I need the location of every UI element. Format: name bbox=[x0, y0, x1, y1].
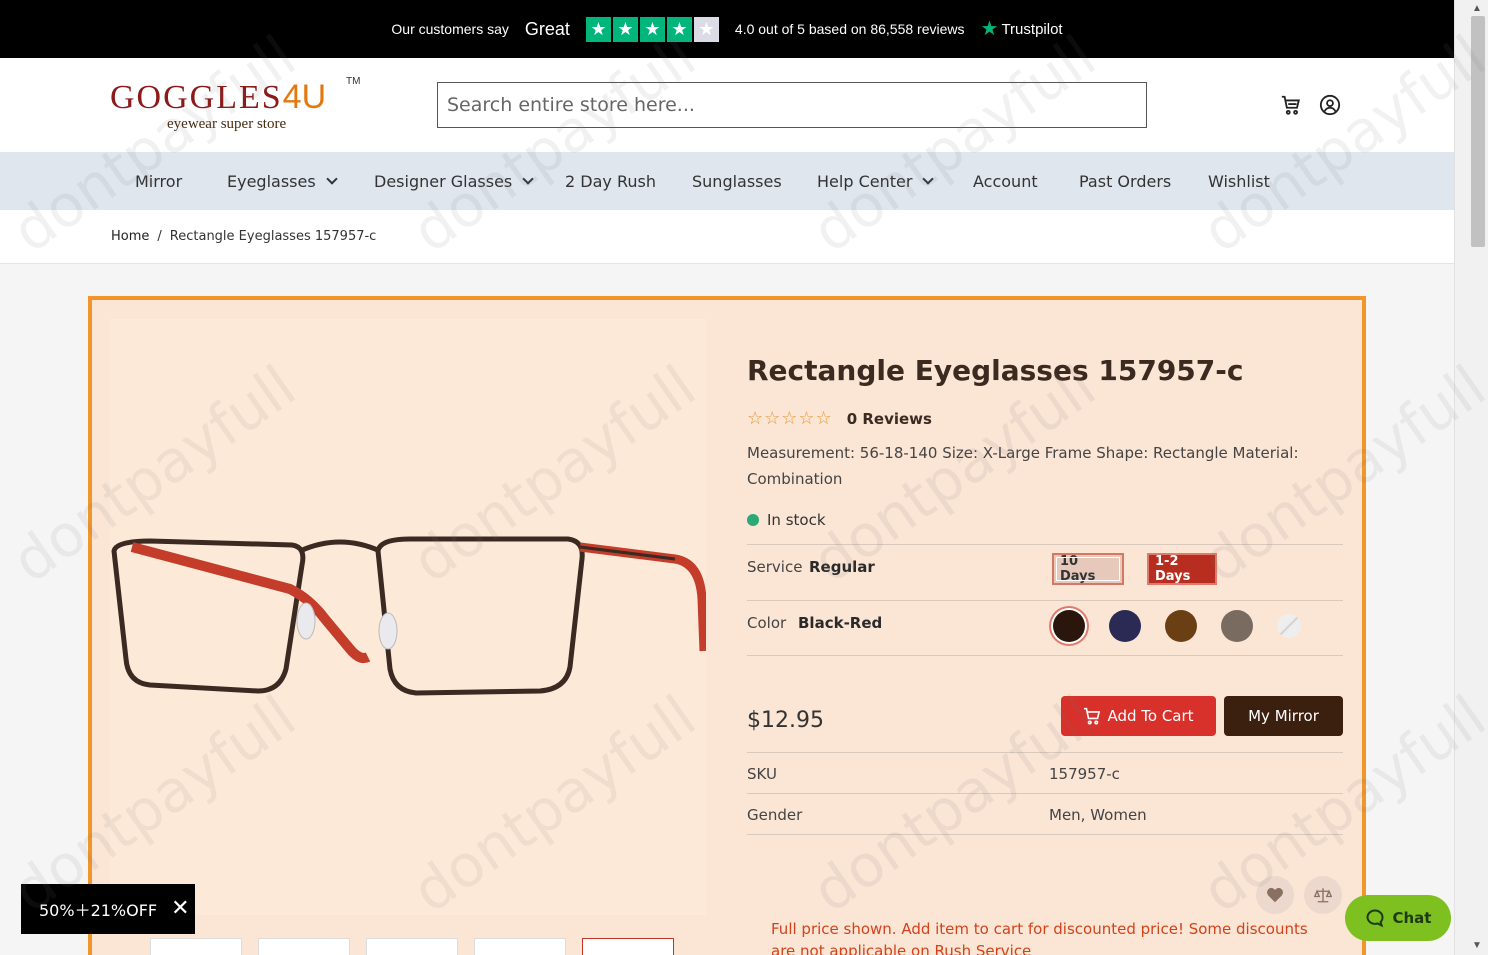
breadcrumb-current: Rectangle Eyeglasses 157957-c bbox=[169, 229, 377, 244]
close-icon[interactable]: ✕ bbox=[171, 898, 189, 920]
color-label: Color bbox=[747, 614, 787, 632]
service-option-1-2-days[interactable]: 1-2 Days bbox=[1147, 553, 1217, 585]
promo-label: 50%＋21%OFF bbox=[39, 901, 158, 920]
cart-icon bbox=[1084, 707, 1101, 725]
star-empty-icon: ★ bbox=[693, 16, 719, 42]
cart-icon[interactable] bbox=[1280, 94, 1302, 116]
scroll-thumb[interactable] bbox=[1471, 16, 1485, 247]
main-nav: Mirror Eyeglasses Designer Glasses 2 Day… bbox=[0, 152, 1454, 210]
add-to-cart-button[interactable]: Add To Cart bbox=[1061, 696, 1216, 736]
chat-bubble-icon bbox=[1366, 909, 1383, 928]
service-label: Service bbox=[747, 558, 803, 576]
chevron-down-icon bbox=[922, 173, 935, 185]
discount-note: Full price shown. Add item to cart for d… bbox=[771, 920, 1308, 955]
nav-item-eyeglasses[interactable]: Eyeglasses bbox=[227, 152, 338, 210]
stock-text: In stock bbox=[767, 511, 826, 529]
star-icon: ★ bbox=[585, 16, 611, 42]
site-logo[interactable]: GOGGLES4U TM eyewear super store bbox=[110, 76, 370, 136]
trustpilot-logo[interactable]: ★ Trustpilot bbox=[981, 19, 1063, 39]
logo-tm: TM bbox=[346, 76, 361, 87]
product-title: Rectangle Eyeglasses 157957-c bbox=[747, 354, 1244, 387]
color-swatch-clear[interactable] bbox=[1277, 614, 1301, 638]
gender-row: Gender Men, Women bbox=[747, 793, 1343, 835]
trust-great-text: Great bbox=[524, 18, 570, 39]
divider bbox=[747, 834, 1343, 835]
trust-say-text: Our customers say bbox=[391, 21, 509, 37]
gender-value: Men, Women bbox=[1049, 806, 1147, 824]
stock-dot-icon bbox=[747, 514, 759, 526]
nav-item-mirror[interactable]: Mirror bbox=[135, 152, 182, 210]
scroll-up-icon[interactable]: ▲ bbox=[1472, 3, 1482, 14]
product-panel: Rectangle Eyeglasses 157957-c ☆☆☆☆☆ 0 Re… bbox=[88, 296, 1366, 955]
nav-item-help-center[interactable]: Help Center bbox=[817, 152, 935, 210]
breadcrumb-bar: Home / Rectangle Eyeglasses 157957-c bbox=[0, 210, 1454, 264]
eyeglasses-image bbox=[111, 536, 709, 696]
color-value: Black-Red bbox=[798, 614, 883, 632]
trustpilot-star-icon: ★ bbox=[980, 18, 999, 40]
scroll-down-icon[interactable]: ▼ bbox=[1472, 940, 1482, 951]
sku-value: 157957-c bbox=[1049, 765, 1120, 783]
star-icon: ★ bbox=[639, 16, 665, 42]
product-price: $12.95 bbox=[747, 708, 824, 733]
nav-item-account[interactable]: Account bbox=[973, 152, 1038, 210]
nav-item-2-day-rush[interactable]: 2 Day Rush bbox=[565, 152, 656, 210]
wishlist-heart-icon[interactable] bbox=[1256, 876, 1294, 914]
nav-item-wishlist[interactable]: Wishlist bbox=[1208, 152, 1270, 210]
reviews-link[interactable]: 0 Reviews bbox=[847, 410, 932, 428]
logo-tagline: eyewear super store bbox=[167, 116, 287, 132]
rating-stars-icon: ☆☆☆☆☆ bbox=[747, 408, 833, 428]
thumbnail[interactable] bbox=[258, 938, 350, 955]
color-swatch-gray[interactable] bbox=[1221, 610, 1253, 642]
service-row: Service Regular 10 Days 1-2 Days bbox=[747, 544, 1343, 600]
search-input[interactable] bbox=[437, 82, 1147, 128]
breadcrumb-separator: / bbox=[157, 229, 162, 244]
thumbnail[interactable] bbox=[366, 938, 458, 955]
my-mirror-button[interactable]: My Mirror bbox=[1224, 696, 1343, 736]
color-swatch-brown[interactable] bbox=[1165, 610, 1197, 642]
gender-label: Gender bbox=[747, 806, 803, 824]
promo-banner[interactable]: 50%＋21%OFF ✕ bbox=[21, 884, 195, 934]
nav-item-designer-glasses[interactable]: Designer Glasses bbox=[374, 152, 534, 210]
chevron-down-icon bbox=[326, 173, 338, 185]
breadcrumb-home[interactable]: Home bbox=[111, 229, 149, 244]
trustpilot-label: Trustpilot bbox=[1001, 20, 1063, 38]
service-value: Regular bbox=[809, 558, 875, 576]
thumbnail-active[interactable] bbox=[582, 938, 674, 955]
chat-button[interactable]: Chat bbox=[1345, 895, 1451, 941]
trust-stars: ★ ★ ★ ★ ★ bbox=[585, 16, 719, 42]
product-image[interactable] bbox=[110, 319, 709, 915]
thumbnail[interactable] bbox=[474, 938, 566, 955]
service-option-10-days[interactable]: 10 Days bbox=[1052, 553, 1124, 585]
trust-rating-text: 4.0 out of 5 based on 86,558 reviews bbox=[734, 21, 965, 37]
chat-label: Chat bbox=[1392, 909, 1432, 927]
trustpilot-bar: Our customers say Great ★ ★ ★ ★ ★ 4.0 ou… bbox=[0, 0, 1454, 58]
color-swatch-black-red[interactable] bbox=[1053, 610, 1085, 642]
breadcrumb: Home / Rectangle Eyeglasses 157957-c bbox=[111, 229, 376, 244]
star-icon: ★ bbox=[666, 16, 692, 42]
compare-scale-icon[interactable] bbox=[1304, 876, 1342, 914]
nav-item-sunglasses[interactable]: Sunglasses bbox=[692, 152, 782, 210]
stock-status: In stock bbox=[747, 511, 826, 529]
divider bbox=[747, 655, 1343, 656]
site-header: GOGGLES4U TM eyewear super store bbox=[0, 58, 1454, 152]
color-row: Color Black-Red bbox=[747, 600, 1343, 656]
user-account-icon[interactable] bbox=[1319, 94, 1341, 116]
logo-brand: GOGGLES4U bbox=[110, 78, 327, 116]
scrollbar[interactable]: ▲ ▼ bbox=[1454, 0, 1488, 955]
chevron-down-icon bbox=[522, 173, 534, 185]
sku-row: SKU 157957-c bbox=[747, 752, 1343, 794]
thumbnail-strip bbox=[150, 938, 674, 955]
sku-label: SKU bbox=[747, 765, 777, 783]
product-description: Measurement: 56-18-140 Size: X-Large Fra… bbox=[747, 444, 1299, 488]
star-icon: ★ bbox=[612, 16, 638, 42]
rating-row: ☆☆☆☆☆ 0 Reviews bbox=[747, 408, 932, 429]
color-swatch-navy[interactable] bbox=[1109, 610, 1141, 642]
thumbnail[interactable] bbox=[150, 938, 242, 955]
nav-item-past-orders[interactable]: Past Orders bbox=[1079, 152, 1171, 210]
